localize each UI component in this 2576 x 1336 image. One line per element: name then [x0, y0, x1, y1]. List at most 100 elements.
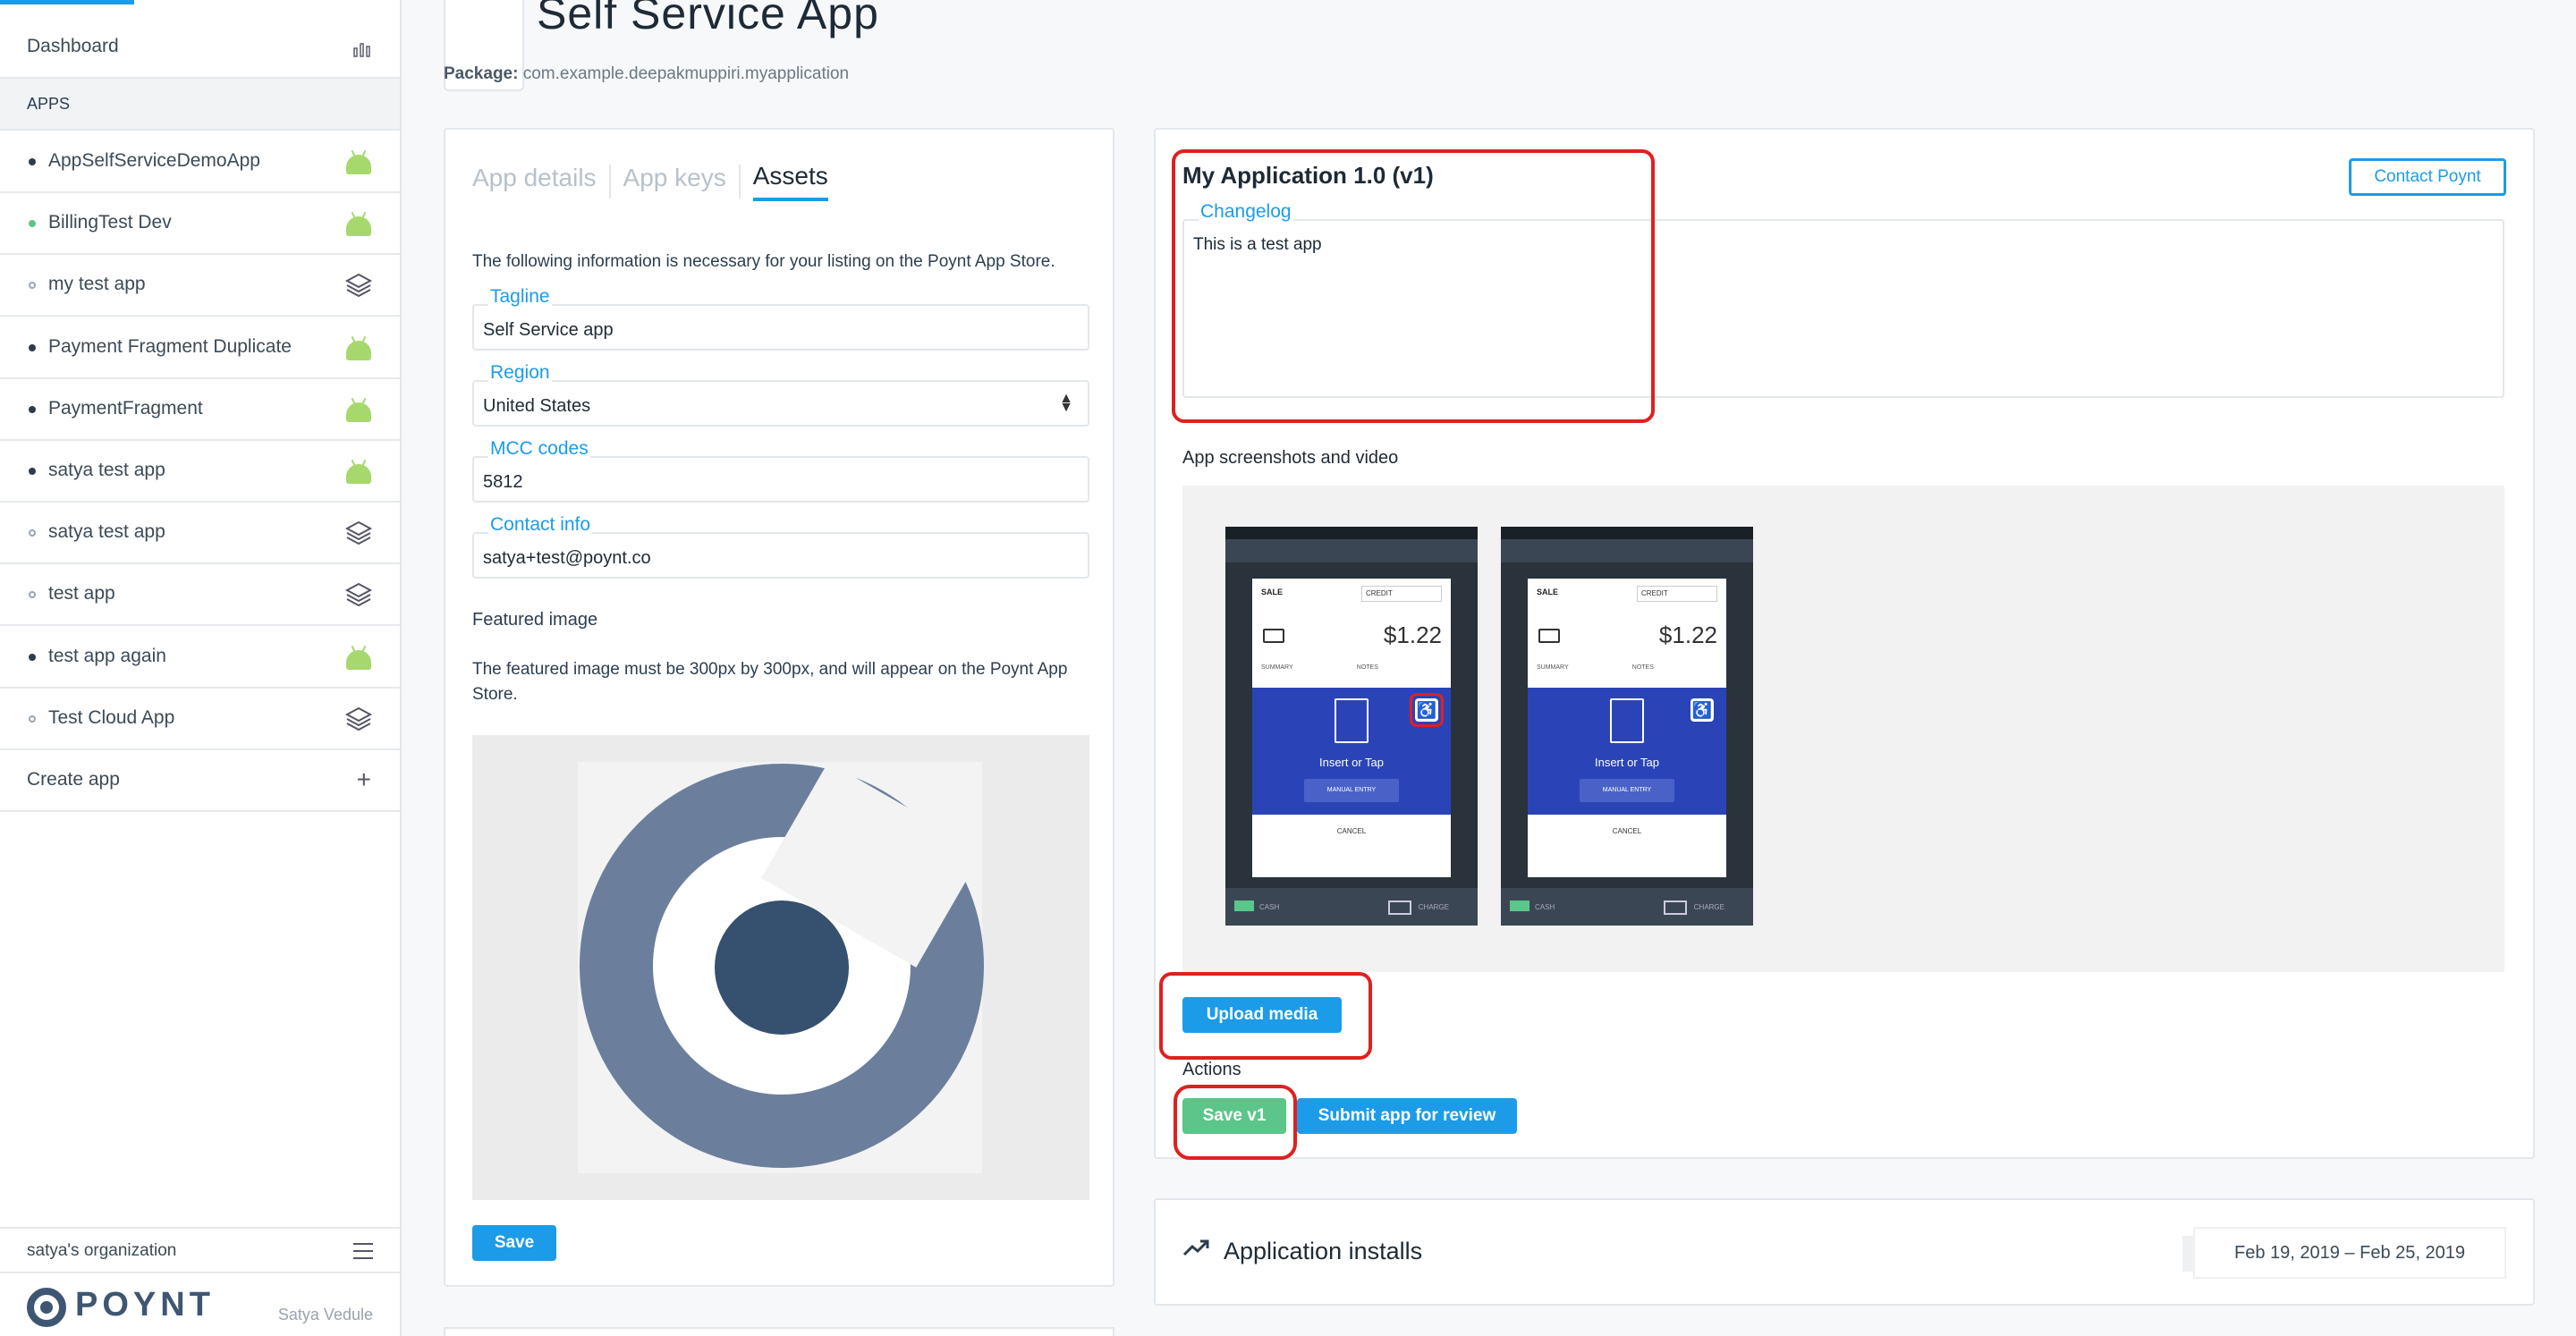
contact-info-label: Contact info: [488, 514, 593, 536]
layers-icon: [344, 581, 373, 608]
card-insert-icon: [1610, 698, 1644, 743]
sidebar-item-label: test app again: [48, 645, 166, 666]
installs-title: Application installs: [1224, 1238, 1423, 1264]
sidebar-item-app[interactable]: test app: [0, 563, 400, 627]
sidebar-item-app[interactable]: satya test app: [0, 502, 400, 565]
cash-label: CASH: [1233, 901, 1280, 911]
sidebar-active-indicator: [0, 0, 134, 4]
tab-app-details[interactable]: App details: [472, 164, 597, 199]
sidebar-item-label: Payment Fragment Duplicate: [48, 335, 292, 357]
cancel-text: CANCEL: [1612, 827, 1642, 835]
card-reader-panel: ♿ Insert or Tap MANUAL ENTRY: [1528, 688, 1726, 815]
sidebar-item-label: PaymentFragment: [48, 397, 203, 419]
android-icon: [346, 155, 371, 174]
sidebar-item-app[interactable]: my test app: [0, 254, 400, 317]
device-status-bar: [1501, 527, 1753, 539]
save-button[interactable]: Save: [472, 1225, 556, 1261]
device-app-bar: [1225, 539, 1478, 562]
sidebar-item-label: Test Cloud App: [48, 706, 175, 728]
summary-tab: SUMMARY: [1261, 664, 1293, 671]
device-app-bar: [1501, 539, 1753, 562]
trending-up-icon: [1182, 1239, 1209, 1256]
app-screenshot-thumbnail[interactable]: SALE CREDIT $1.22 SUMMARY NOTES ♿ Insert or Ta…: [1225, 527, 1478, 926]
sidebar-item-app[interactable]: BillingTest Dev: [0, 192, 400, 256]
plus-icon: +: [356, 765, 371, 793]
dialog-tabs: SUMMARY NOTES: [1537, 664, 1717, 671]
charge-label: CHARGE: [1663, 901, 1724, 915]
highlight-save-box: [1174, 1085, 1297, 1160]
date-range-picker[interactable]: Feb 19, 2019 – Feb 25, 2019: [2182, 1227, 2506, 1279]
organization-name: satya's organization: [27, 1241, 177, 1260]
status-dot: [29, 591, 36, 599]
tab-assets[interactable]: Assets: [752, 162, 828, 201]
status-dot: [29, 282, 36, 290]
sidebar-item-app[interactable]: test app again: [0, 626, 400, 689]
credit-select: CREDIT: [1637, 586, 1717, 602]
package-label: Package:: [444, 64, 519, 83]
mcc-codes-label: MCC codes: [488, 438, 590, 460]
mcc-codes-value: 5812: [483, 472, 523, 492]
apps-header-label: APPS: [27, 94, 71, 113]
android-icon: [346, 402, 371, 422]
credit-select: CREDIT: [1361, 586, 1442, 602]
media-gallery: SALE CREDIT $1.22 SUMMARY NOTES ♿ Insert or Ta…: [1182, 486, 2504, 972]
sidebar-item-app[interactable]: PaymentFragment: [0, 378, 400, 441]
tagline-field[interactable]: Tagline Self Service app: [472, 286, 1089, 351]
submit-for-review-button[interactable]: Submit app for review: [1297, 1098, 1517, 1134]
installs-card: Application installs Feb 19, 2019 – Feb …: [1154, 1198, 2535, 1306]
status-dot: [29, 529, 36, 537]
android-icon: [346, 216, 371, 237]
tagline-label: Tagline: [488, 286, 552, 308]
bar-chart-icon: [353, 43, 370, 57]
assets-card: App details App keys Assets The followin…: [444, 128, 1114, 1287]
tab-app-keys[interactable]: App keys: [623, 164, 726, 199]
contact-info-field[interactable]: Contact info satya+test@poynt.co: [472, 514, 1089, 579]
sidebar-item-app[interactable]: Test Cloud App: [0, 688, 400, 750]
layers-icon: [344, 706, 373, 732]
region-select[interactable]: Region United States ▲ ▼: [472, 362, 1089, 427]
notes-tab: NOTES: [1356, 664, 1378, 671]
app-screenshot-thumbnail[interactable]: SALE CREDIT $1.22 SUMMARY NOTES ♿ Insert or Ta…: [1501, 527, 1753, 926]
contact-info-value: satya+test@poynt.co: [483, 548, 651, 568]
sidebar-item-label: my test app: [48, 274, 146, 295]
tab-divider: [738, 165, 741, 199]
footer-brand: POYNT Satya Vedule: [0, 1273, 400, 1336]
organization-selector[interactable]: satya's organization: [0, 1227, 400, 1273]
logo-center: [715, 901, 849, 1035]
tagline-value: Self Service app: [483, 320, 614, 340]
charge-label: CHARGE: [1387, 901, 1449, 915]
app-tabs: App details App keys Assets: [472, 162, 828, 201]
create-app-label: Create app: [27, 769, 120, 790]
featured-image-dropzone[interactable]: [472, 735, 1089, 1200]
cash-label: CASH: [1509, 901, 1555, 911]
device-status-bar: [1225, 527, 1478, 539]
status-dot: [29, 653, 36, 661]
create-app-item[interactable]: Create app +: [0, 749, 400, 812]
device-bottom-bar: CASH CHARGE: [1501, 888, 1753, 926]
status-dot: [29, 468, 36, 475]
sidebar-item-label: satya test app: [48, 521, 165, 543]
mcc-codes-field[interactable]: MCC codes 5812: [472, 438, 1089, 503]
summary-tab: SUMMARY: [1537, 664, 1569, 671]
sidebar-item-label: satya test app: [48, 460, 165, 480]
sidebar-item-app[interactable]: AppSelfServiceDemoApp: [0, 131, 400, 193]
credit-card-icon: [1263, 629, 1284, 643]
assets-intro-text: The following information is necessary f…: [472, 252, 1055, 271]
layers-icon: [344, 520, 373, 546]
menu-icon[interactable]: [353, 1243, 373, 1259]
sidebar-item-app[interactable]: satya test app: [0, 440, 400, 503]
package-value: com.example.deepakmuppiri.myapplication: [522, 64, 850, 83]
insert-tap-text: Insert or Tap: [1594, 756, 1660, 769]
poynt-logo-icon: [27, 1288, 66, 1327]
cancel-text: CANCEL: [1336, 827, 1367, 835]
actions-label: Actions: [1182, 1060, 1241, 1079]
sidebar-item-app[interactable]: Payment Fragment Duplicate: [0, 317, 400, 379]
region-label: Region: [488, 362, 552, 384]
sidebar-item-dashboard[interactable]: Dashboard: [0, 16, 400, 79]
user-name[interactable]: Satya Vedule: [278, 1306, 373, 1324]
featured-image-title: Featured image: [472, 610, 598, 630]
sale-label: SALE: [1537, 588, 1559, 596]
contact-poynt-button[interactable]: Contact Poynt: [2349, 158, 2506, 196]
package-info: Package: com.example.deepakmuppiri.myapp…: [444, 64, 849, 84]
highlight-version-box: [1172, 149, 1655, 423]
